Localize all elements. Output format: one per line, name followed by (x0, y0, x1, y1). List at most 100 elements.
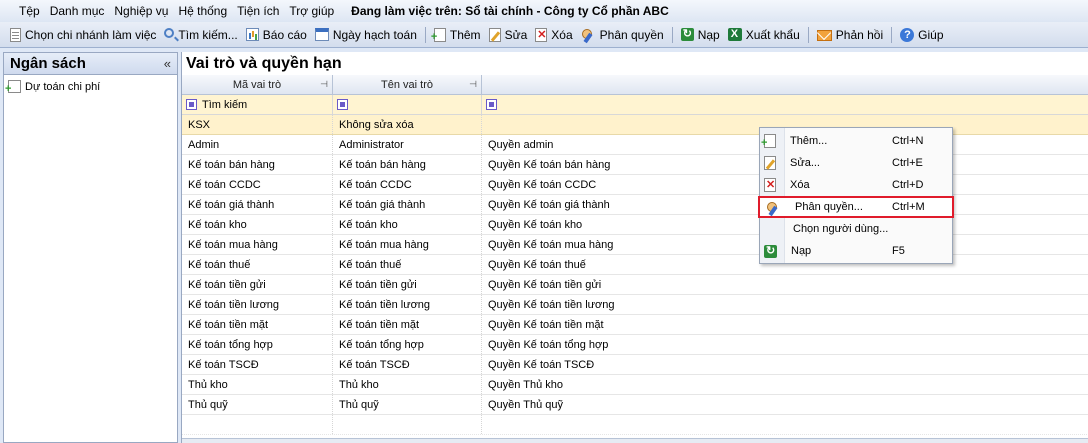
menu-file[interactable]: Tệp (14, 4, 45, 18)
role-name-cell: Thủ quỹ (333, 395, 482, 414)
context-item-label: Sửa... (790, 157, 820, 169)
description-cell: Quyền Kế toán tiền lương (488, 298, 615, 311)
context-item-label: Xóa (790, 179, 810, 191)
role-name-cell: Kế toán tổng hợp (333, 335, 482, 354)
table-row[interactable]: Kế toán tiền lương Kế toán tiền lương Quyề… (182, 295, 1088, 315)
role-name-cell: Kế toán CCDC (333, 175, 482, 194)
role-code-cell: Kế toán tiền gửi (182, 275, 333, 294)
help-button[interactable]: Giúp (896, 24, 947, 46)
calendar-icon (314, 28, 329, 41)
feedback-button-label: Phản hồi (835, 27, 884, 42)
context-item-add[interactable]: Thêm... Ctrl+N (760, 130, 952, 152)
menu-utilities[interactable]: Tiện ích (232, 4, 284, 18)
search-icon (164, 28, 175, 38)
role-name-cell: Kế toán bán hàng (333, 155, 482, 174)
toolbar: Chọn chi nhánh làm việc Tìm kiếm... Báo … (0, 22, 1088, 48)
filter-cell-role-name[interactable] (333, 95, 482, 114)
role-code-cell: Kế toán kho (182, 215, 333, 234)
filter-label: Tìm kiếm (202, 98, 248, 111)
table-row[interactable]: Thủ kho Thủ kho Quyền Thủ kho (182, 375, 1088, 395)
filter-icon[interactable] (486, 99, 497, 110)
column-header-description[interactable] (482, 75, 1088, 94)
role-code-cell: Kế toán tiền lương (182, 295, 333, 314)
branch-button[interactable]: Chọn chi nhánh làm việc (6, 24, 160, 46)
load-button[interactable]: Nạp (677, 24, 724, 46)
context-item-delete[interactable]: Xóa Ctrl+D (760, 174, 952, 196)
menu-operations[interactable]: Nghiệp vụ (109, 4, 173, 18)
description-cell: Quyền Thủ quỹ (488, 398, 564, 411)
role-name-cell: Kế toán mua hàng (333, 235, 482, 254)
export-button-label: Xuất khẩu (745, 27, 800, 42)
role-name-cell: Thủ kho (333, 375, 482, 394)
context-item-permission[interactable]: Phân quyền... Ctrl+M (758, 196, 954, 218)
context-item-label: Chọn người dùng... (793, 223, 889, 235)
toolbar-separator (891, 26, 893, 43)
filter-cell-role-code[interactable]: Tìm kiếm (182, 95, 333, 114)
refresh-icon (764, 244, 777, 258)
role-code-cell: Kế toán tổng hợp (182, 335, 333, 354)
table-row[interactable]: Kế toán tiền mặt Kế toán tiền mặt Quyền Kế… (182, 315, 1088, 335)
help-button-label: Giúp (918, 27, 944, 42)
nav-item-cost-estimate[interactable]: Dự toán chi phí (4, 75, 177, 98)
permission-button-label: Phân quyền (599, 27, 664, 42)
empty-cell (482, 415, 1088, 434)
role-code-cell: Kế toán TSCĐ (182, 355, 333, 374)
table-row[interactable]: Kế toán tiền gửi Kế toán tiền gửi Quyền Kế… (182, 275, 1088, 295)
left-panel: Ngân sách « Dự toán chi phí (3, 52, 178, 443)
role-code-cell: Kế toán tiền mặt (182, 315, 333, 334)
edit-button[interactable]: Sửa (485, 24, 532, 46)
edit-document-icon (488, 27, 501, 42)
filter-icon[interactable] (337, 99, 348, 110)
context-item-shortcut: Ctrl+M (892, 201, 925, 213)
role-code-cell: Admin (182, 135, 333, 154)
context-item-shortcut: Ctrl+N (892, 135, 924, 147)
user-permission-icon (581, 27, 596, 42)
table-row[interactable]: Kế toán TSCĐ Kế toán TSCĐ Quyền Kế toán TS… (182, 355, 1088, 375)
pin-icon[interactable]: ⊣ (469, 79, 477, 90)
feedback-button[interactable]: Phản hồi (813, 24, 887, 46)
role-code-cell: Thủ kho (182, 375, 333, 394)
delete-button[interactable]: Xóa (531, 24, 576, 46)
role-name-cell: Kế toán tiền mặt (333, 315, 482, 334)
role-code-cell: Kế toán bán hàng (182, 155, 333, 174)
role-name-cell: Kế toán tiền gửi (333, 275, 482, 294)
context-item-label: Thêm... (790, 135, 828, 147)
edit-document-icon (764, 156, 776, 170)
role-code-cell: KSX (182, 115, 333, 134)
role-name-cell: Kế toán TSCĐ (333, 355, 482, 374)
search-button-label: Tìm kiếm... (178, 27, 238, 42)
column-header-role-code[interactable]: Mã vai trò ⊣ (182, 75, 333, 94)
context-item-edit[interactable]: Sửa... Ctrl+E (760, 152, 952, 174)
mail-icon (816, 30, 832, 41)
add-button-label: Thêm (449, 27, 481, 42)
pin-icon[interactable]: ⊣ (320, 79, 328, 90)
filter-icon[interactable] (186, 99, 197, 110)
search-button[interactable]: Tìm kiếm... (160, 24, 241, 46)
posting-date-button-label: Ngày hạch toán (332, 27, 417, 42)
context-item-shortcut: Ctrl+D (892, 179, 924, 191)
description-cell: Quyền Kế toán TSCĐ (488, 358, 595, 371)
permission-button[interactable]: Phân quyền (577, 24, 668, 46)
horizontal-scrollbar[interactable] (182, 438, 1088, 443)
context-item-load[interactable]: Nạp F5 (760, 240, 952, 262)
collapse-icon[interactable]: « (164, 56, 171, 71)
menu-help[interactable]: Trợ giúp (284, 4, 339, 18)
context-item-shortcut: F5 (892, 245, 905, 257)
report-button[interactable]: Báo cáo (242, 24, 311, 46)
export-button[interactable]: Xuất khẩu (724, 24, 804, 46)
empty-row (182, 415, 1088, 435)
filter-cell-description[interactable] (482, 95, 1088, 114)
table-row[interactable]: Kế toán tổng hợp Kế toán tổng hợp Quyền Kế… (182, 335, 1088, 355)
add-button[interactable]: Thêm (430, 24, 485, 46)
posting-date-button[interactable]: Ngày hạch toán (311, 24, 421, 46)
working-on-label: Đang làm việc trên: Sổ tài chính - Công … (351, 4, 669, 18)
role-name-cell: Kế toán tiền lương (333, 295, 482, 314)
page-title: Vai trò và quyền hạn (186, 54, 342, 72)
context-item-select-users[interactable]: Chọn người dùng... (760, 218, 952, 240)
table-row[interactable]: Thủ quỹ Thủ quỹ Quyền Thủ quỹ (182, 395, 1088, 415)
menu-catalog[interactable]: Danh mục (45, 4, 110, 18)
column-header-role-name[interactable]: Tên vai trò ⊣ (333, 75, 482, 94)
refresh-icon (680, 27, 694, 41)
menu-system[interactable]: Hệ thống (173, 4, 232, 18)
left-panel-header: Ngân sách « (4, 53, 177, 75)
